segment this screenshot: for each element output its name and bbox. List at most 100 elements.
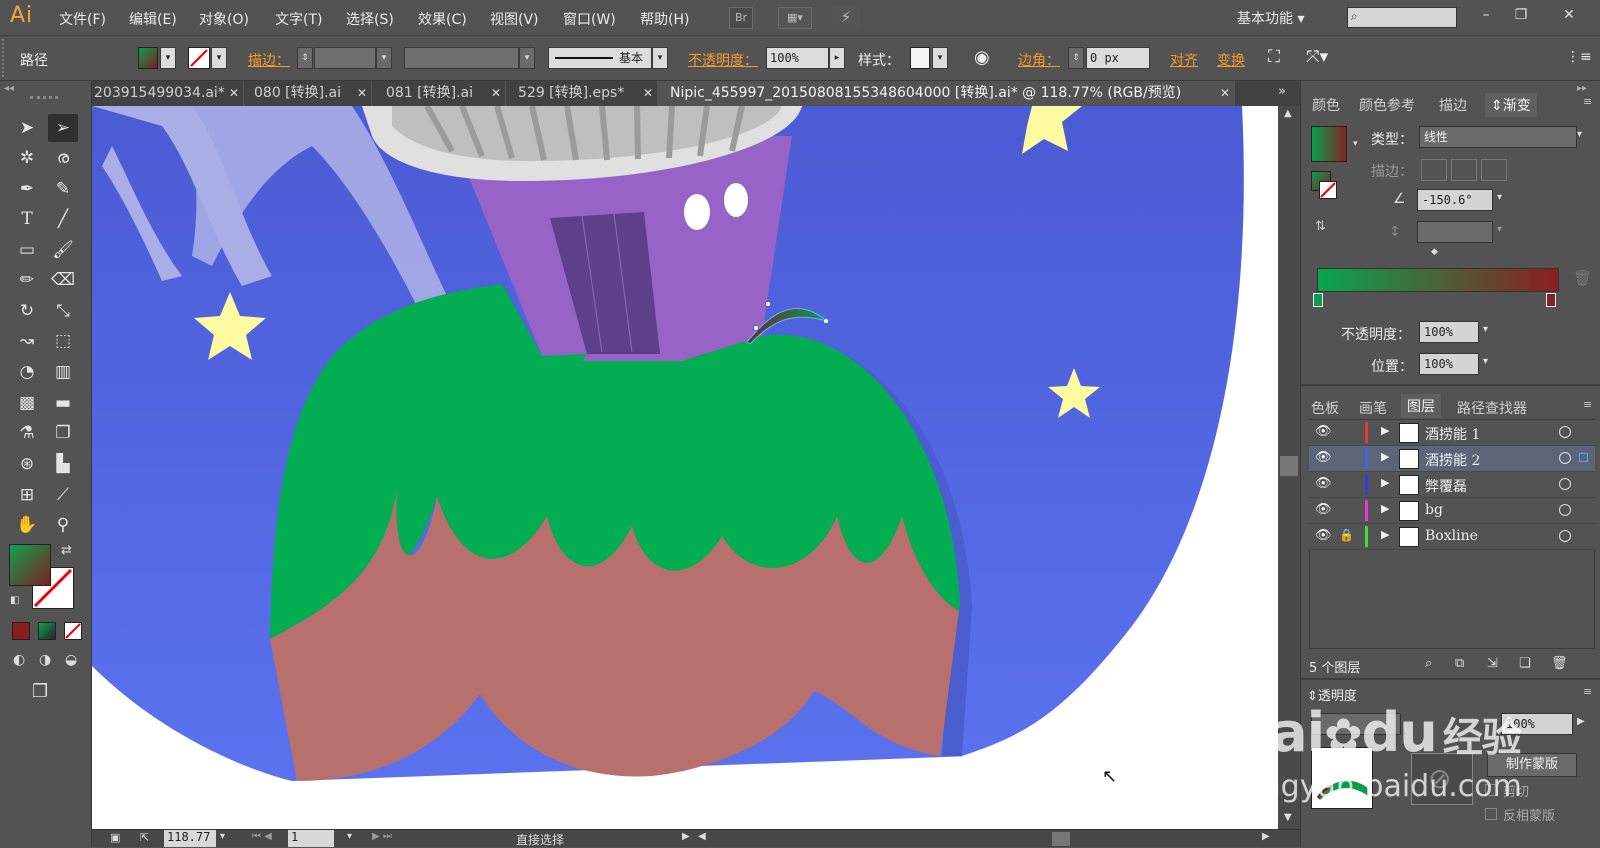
layer-row[interactable]: 👁 ▶ 酒捞能 1 [1309,420,1595,446]
tab-stroke[interactable]: 描边 [1439,95,1467,115]
tab-document-4[interactable]: 529 [转换].eps* ✕ [506,81,658,106]
expand-triangle-icon[interactable]: ▶ [1381,528,1389,541]
visibility-eye-icon[interactable]: 👁 [1315,502,1332,517]
pen-tool-icon[interactable]: ✒ [12,175,42,203]
menu-help[interactable]: 帮助(H) [640,9,689,29]
position-input[interactable]: 100% [1419,353,1479,375]
column-graph-tool-icon[interactable]: ▙ [48,450,78,478]
eraser-tool-icon[interactable]: ⌫ [48,266,78,294]
menu-view[interactable]: 视图(V) [490,9,539,29]
free-transform-tool-icon[interactable]: ⬚ [48,327,78,355]
fill-swatch[interactable] [138,47,158,69]
paintbrush-tool-icon[interactable]: 🖌 [48,236,78,264]
target-circle-icon[interactable] [1559,504,1571,516]
panel-menu-icon[interactable]: ≡ [1583,95,1592,108]
menu-select[interactable]: 选择(S) [346,9,394,29]
target-circle-icon[interactable] [1559,426,1571,438]
gradient-preview-dropdown[interactable]: ▾ [1353,139,1358,149]
swap-colors-icon[interactable]: ⇄ [61,543,72,558]
help-search-input[interactable]: ⌕ [1347,7,1457,28]
artwork[interactable] [92,106,1278,829]
stroke-along-icon[interactable] [1451,159,1477,181]
gradient-preview-swatch[interactable] [1311,126,1347,162]
stop-opacity-dropdown[interactable]: ▾ [1483,324,1488,335]
color-mode-icon[interactable] [12,622,30,640]
menu-edit[interactable]: 编辑(E) [129,9,177,29]
layers-menu-icon[interactable]: ≡ [1583,398,1592,411]
angle-input[interactable]: -150.6° [1417,189,1493,211]
eyedropper-tool-icon[interactable]: ⚗ [12,419,42,447]
visibility-eye-icon[interactable]: 👁 [1315,450,1332,465]
stroke-dropdown[interactable]: ▾ [211,47,227,69]
clipping-mask-icon[interactable]: ⧉ [1455,656,1464,671]
slice-tool-icon[interactable]: ⟋ [48,481,78,509]
rotate-tool-icon[interactable]: ↻ [12,297,42,325]
maximize-button[interactable]: ❐ [1508,4,1534,26]
tab-color[interactable]: 颜色 [1312,95,1340,115]
workspace-switcher[interactable]: 基本功能 ▾ [1237,8,1304,28]
opacity-arrow[interactable]: ▸ [829,47,845,69]
layer-row[interactable]: 👁 🔒 ▶ Boxline [1309,524,1595,550]
layer-row[interactable]: 👁 ▶ bg [1309,498,1595,524]
locate-object-icon[interactable]: ⌕ [1425,656,1432,671]
export-icon[interactable]: ⇱ [140,831,149,844]
selection-tool-icon[interactable]: ➤ [12,114,42,142]
gradient-stop-end[interactable] [1546,293,1556,307]
zoom-dropdown[interactable]: ▾ [220,831,225,842]
stroke-label[interactable]: 描边： [248,50,290,70]
mesh-tool-icon[interactable]: ▩ [12,389,42,417]
scroll-up-icon[interactable]: ▲ [1284,108,1292,119]
delete-layer-icon[interactable]: 🗑 [1551,656,1568,671]
shape-builder-tool-icon[interactable]: ◔ [12,358,42,386]
hscroll-left-icon[interactable]: ◀ [698,831,706,842]
direct-selection-tool-icon[interactable]: ➢ [48,114,78,142]
corner-label[interactable]: 边角： [1018,50,1060,70]
stroke-swatch[interactable] [188,47,210,69]
angle-dropdown[interactable]: ▾ [1497,192,1502,203]
transparency-menu-icon[interactable]: ≡ [1583,685,1592,698]
next-page-icon[interactable]: ▶ ⏭ [372,831,392,842]
profile-dropdown[interactable]: ▾ [519,47,535,69]
opacity-label[interactable]: 不透明度： [688,50,758,70]
stroke-weight-dropdown[interactable]: ▾ [376,47,392,69]
expand-triangle-icon[interactable]: ▶ [1381,450,1389,463]
page-dropdown[interactable]: ▾ [347,831,352,842]
target-circle-icon[interactable] [1559,478,1571,490]
stroke-weight-input[interactable] [314,47,376,69]
tab-document-active[interactable]: Nipic_455997_20150808155348604000 [转换].a… [658,81,1235,106]
transform-link[interactable]: 变换 [1217,50,1245,70]
hscroll-right-icon[interactable]: ▶ [1262,831,1270,842]
menu-file[interactable]: 文件(F) [59,9,106,29]
page-input[interactable]: 1 [288,830,334,847]
close-icon[interactable]: ✕ [491,81,501,105]
curvature-tool-icon[interactable]: ✎ [48,175,78,203]
scale-tool-icon[interactable]: ⤡ [48,297,78,325]
reverse-gradient-icon[interactable]: ⇅ [1315,219,1326,234]
draw-inside-icon[interactable]: ◒ [65,652,77,668]
align-link[interactable]: 对齐 [1170,50,1198,70]
recolor-artwork-icon[interactable]: ◉ [974,47,990,68]
tab-gradient[interactable]: ⇕渐变 [1485,93,1537,117]
aspect-ratio-input[interactable] [1417,221,1493,243]
tab-document-1[interactable]: 203915499034.ai* ✕ [92,81,244,106]
layer-row[interactable]: 👁 ▶ 弊覆磊 [1309,472,1595,498]
new-sublayer-icon[interactable]: ⇲ [1487,656,1498,671]
position-dropdown[interactable]: ▾ [1483,356,1488,367]
status-menu-arrow[interactable]: ▶ [682,831,690,842]
close-icon[interactable]: ✕ [1220,81,1230,105]
arrange-icon[interactable]: ⤧▾ [1306,47,1328,67]
graphic-style-swatch[interactable] [910,47,930,69]
gradient-type-select[interactable]: 线性 [1419,126,1577,148]
target-circle-icon[interactable] [1559,530,1571,542]
type-tool-icon[interactable]: T [12,205,42,233]
selection-indicator-icon[interactable] [1579,453,1588,462]
tab-pathfinder[interactable]: 路径查找器 [1457,398,1527,418]
warp-tool-icon[interactable]: ↝ [12,327,42,355]
scroll-down-icon[interactable]: ▼ [1284,812,1292,823]
expand-triangle-icon[interactable]: ▶ [1381,502,1389,515]
pencil-tool-icon[interactable]: ✏ [12,266,42,294]
artboard-nav-icon[interactable]: ▣ [110,831,120,844]
corner-stepper[interactable]: ⇕ [1068,47,1084,69]
type-dropdown[interactable]: ▾ [1577,129,1582,140]
close-icon[interactable]: ✕ [229,81,239,105]
